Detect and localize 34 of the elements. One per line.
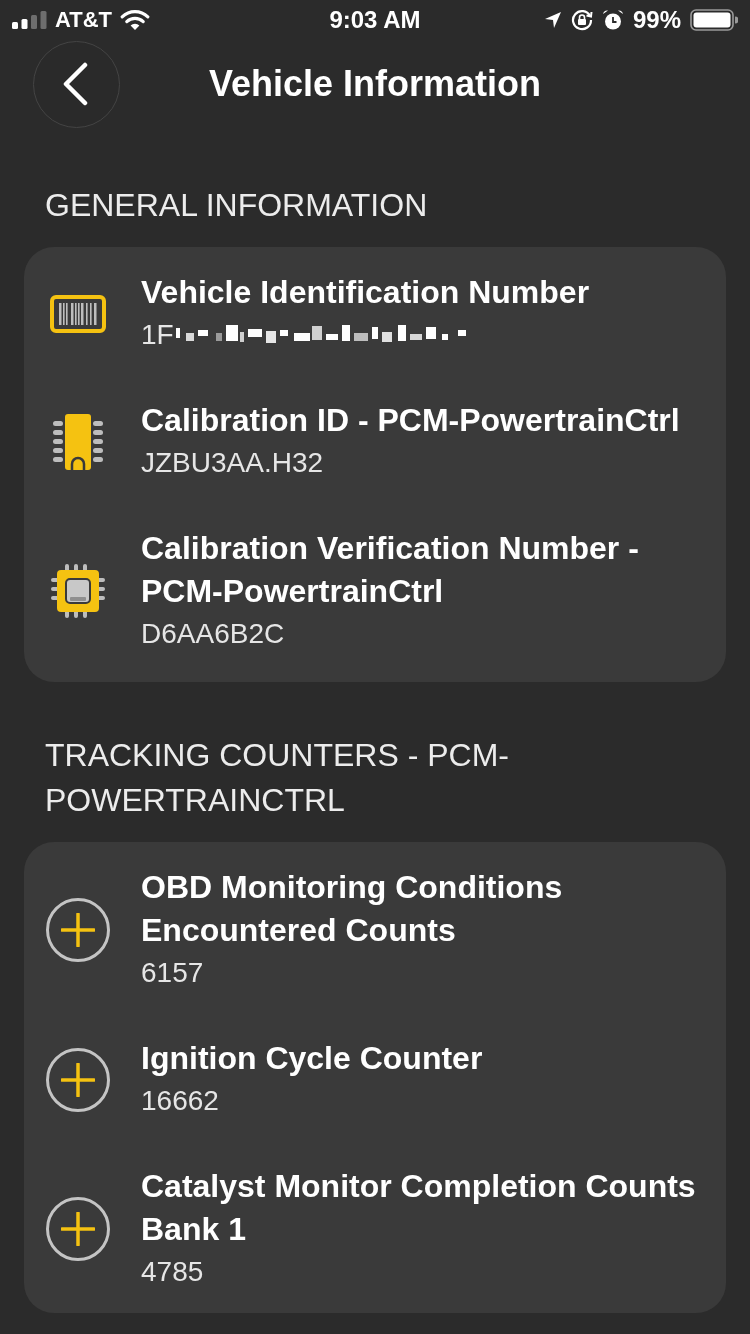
battery-icon	[690, 9, 738, 31]
section-heading: TRACKING COUNTERS - PCM-POWERTRAINCTRL	[45, 736, 510, 820]
processor-chip-icon	[50, 563, 106, 619]
chevron-left-icon	[61, 62, 88, 106]
item-value: JZBU3AA.H32	[141, 446, 324, 480]
item-title: Ignition Cycle Counter	[141, 1039, 484, 1078]
item-value: D6AA6B2C	[141, 617, 285, 651]
chip-icon	[50, 412, 106, 471]
item-value: 4785	[141, 1255, 204, 1289]
plus-icon	[61, 913, 95, 947]
status-time: 9:03 AM	[329, 6, 421, 34]
page-title: Vehicle Information	[208, 63, 542, 105]
rotation-lock-icon	[570, 9, 593, 31]
wifi-icon	[120, 9, 151, 31]
expand-button[interactable]	[46, 1047, 110, 1112]
cellular-signal-icon	[12, 11, 47, 29]
item-title: Calibration Verification Number - PCM-PowertrainCtrl	[141, 529, 640, 611]
item-title: Catalyst Monitor Completion Counts Bank 1	[141, 1167, 697, 1249]
item-title: Vehicle Identification Number	[141, 273, 591, 312]
item-value: 1F	[141, 318, 174, 352]
item-title: OBD Monitoring Conditions Encountered Counts	[141, 868, 564, 950]
alarm-clock-icon	[601, 9, 624, 31]
expand-button[interactable]	[46, 1197, 110, 1261]
plus-icon	[61, 1062, 95, 1097]
item-title: Calibration ID - PCM-PowertrainCtrl	[141, 401, 681, 440]
plus-icon	[61, 1212, 95, 1246]
item-value: 6157	[141, 956, 204, 990]
section-heading: GENERAL INFORMATION	[45, 186, 429, 225]
battery-percentage: 99%	[632, 6, 681, 34]
barcode-icon	[50, 294, 106, 333]
expand-button[interactable]	[46, 898, 110, 962]
item-value: 16662	[141, 1084, 219, 1118]
carrier-name: AT&T	[55, 7, 113, 33]
location-arrow-icon	[543, 11, 562, 29]
